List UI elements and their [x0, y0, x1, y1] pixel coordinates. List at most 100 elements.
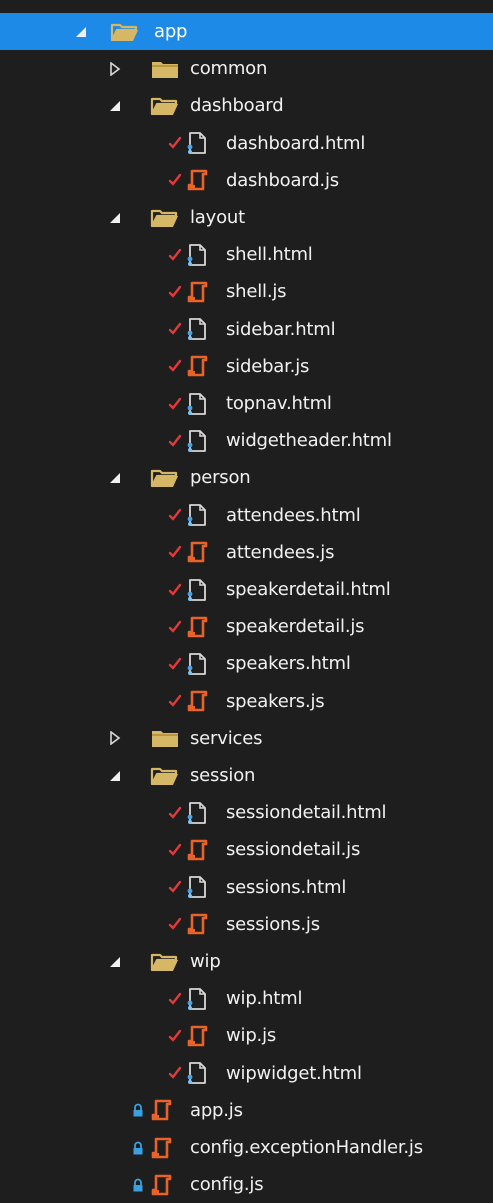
- tree-folder-layout[interactable]: layout: [0, 199, 493, 236]
- pending-change-check-icon: [168, 243, 182, 267]
- tree-item-label: speakerdetail.js: [226, 616, 365, 638]
- tree-file-speakerdetail-js[interactable]: speakerdetail.js: [0, 608, 493, 645]
- tree-item-label: person: [190, 467, 251, 489]
- expanded-arrow-icon[interactable]: [108, 211, 122, 225]
- pending-change-check-icon: [168, 912, 182, 936]
- tree-folder-wip[interactable]: wip: [0, 943, 493, 980]
- tree-item-label: layout: [190, 207, 245, 228]
- tree-item-label: wip: [190, 951, 221, 972]
- open-folder-icon: [150, 466, 180, 490]
- tree-file-dashboard-js[interactable]: dashboard.js: [0, 162, 493, 199]
- tree-item-label: dashboard.js: [226, 169, 339, 191]
- tree-item-label: wip.js: [226, 1025, 277, 1047]
- html-file-icon: [186, 801, 208, 825]
- tree-file-sessiondetail-js[interactable]: sessiondetail.js: [0, 831, 493, 868]
- expanded-arrow-icon[interactable]: [74, 25, 88, 39]
- tree-file-shell-html[interactable]: shell.html: [0, 236, 493, 273]
- tree-file-speakers-html[interactable]: speakers.html: [0, 645, 493, 682]
- tree-item-label: sessiondetail.js: [226, 839, 361, 861]
- js-file-icon: [186, 912, 210, 936]
- tree-item-label: app.js: [190, 1099, 243, 1121]
- open-folder-icon: [150, 206, 180, 230]
- expanded-arrow-icon[interactable]: [108, 955, 122, 969]
- tree-item-label: config.exceptionHandler.js: [190, 1137, 423, 1158]
- js-file-icon: [186, 540, 210, 564]
- tree-file-wip-js[interactable]: wip.js: [0, 1017, 493, 1054]
- html-file-icon: [186, 392, 208, 416]
- tree-item-label: shell.html: [226, 244, 313, 266]
- tree-file-widgetheader-html[interactable]: widgetheader.html: [0, 422, 493, 459]
- html-file-icon: [186, 503, 208, 527]
- open-folder-icon: [150, 94, 180, 118]
- tree-folder-dashboard[interactable]: dashboard: [0, 87, 493, 124]
- expanded-arrow-icon[interactable]: [108, 99, 122, 113]
- folder-icon: [150, 726, 180, 750]
- tree-file-speakers-js[interactable]: speakers.js: [0, 683, 493, 720]
- tree-file-dashboard-html[interactable]: dashboard.html: [0, 125, 493, 162]
- tree-file-app-js[interactable]: app.js: [0, 1092, 493, 1129]
- tree-item-label: shell.js: [226, 281, 287, 303]
- collapsed-arrow-icon[interactable]: [108, 61, 122, 76]
- pending-change-check-icon: [168, 392, 182, 416]
- html-file-icon: [186, 317, 208, 341]
- expanded-arrow-icon[interactable]: [108, 471, 122, 485]
- tree-file-sidebar-html[interactable]: sidebar.html: [0, 311, 493, 348]
- pending-change-check-icon: [168, 317, 182, 341]
- tree-file-config-js[interactable]: config.js: [0, 1166, 493, 1203]
- pending-change-check-icon: [168, 875, 182, 899]
- html-file-icon: [186, 578, 208, 602]
- js-file-icon: [150, 1173, 174, 1197]
- js-file-icon: [186, 1024, 210, 1048]
- tree-item-label: wipwidget.html: [226, 1062, 362, 1084]
- tree-item-label: attendees.html: [226, 504, 361, 526]
- html-file-icon: [186, 987, 208, 1011]
- tree-folder-common[interactable]: common: [0, 50, 493, 87]
- js-file-icon: [150, 1136, 174, 1160]
- tree-item-label: services: [190, 727, 263, 749]
- html-file-icon: [186, 243, 208, 267]
- expanded-arrow-icon[interactable]: [108, 769, 122, 783]
- open-folder-icon: [110, 20, 140, 44]
- tree-file-sessiondetail-html[interactable]: sessiondetail.html: [0, 794, 493, 831]
- html-file-icon: [186, 652, 208, 676]
- html-file-icon: [186, 875, 208, 899]
- lock-icon: [132, 1098, 144, 1122]
- tree-folder-app[interactable]: app: [0, 13, 493, 50]
- pending-change-check-icon: [168, 652, 182, 676]
- tree-item-label: widgetheader.html: [226, 430, 392, 452]
- lock-icon: [132, 1173, 144, 1197]
- tree-file-shell-js[interactable]: shell.js: [0, 273, 493, 310]
- tree-item-label: dashboard: [190, 95, 284, 117]
- tree-item-label: sessions.html: [226, 876, 347, 898]
- tree-folder-person[interactable]: person: [0, 459, 493, 496]
- pending-change-check-icon: [168, 801, 182, 825]
- js-file-icon: [186, 354, 210, 378]
- lock-icon: [132, 1136, 144, 1160]
- tree-file-sessions-html[interactable]: sessions.html: [0, 869, 493, 906]
- tree-file-sidebar-js[interactable]: sidebar.js: [0, 348, 493, 385]
- tree-item-label: sessiondetail.html: [226, 802, 387, 824]
- tree-file-wipwidget-html[interactable]: wipwidget.html: [0, 1055, 493, 1092]
- tree-item-label: common: [190, 58, 268, 80]
- tree-file-speakerdetail-html[interactable]: speakerdetail.html: [0, 571, 493, 608]
- tree-file-sessions-js[interactable]: sessions.js: [0, 906, 493, 943]
- tree-file-config-exceptionhandler-js[interactable]: config.exceptionHandler.js: [0, 1129, 493, 1166]
- solution-explorer-tree: app common dashboard dashboard.html dash…: [0, 0, 493, 1199]
- js-file-icon: [186, 168, 210, 192]
- tree-item-label: speakers.js: [226, 690, 325, 712]
- tree-folder-session[interactable]: session: [0, 757, 493, 794]
- pending-change-check-icon: [168, 615, 182, 639]
- html-file-icon: [186, 429, 208, 453]
- tree-file-topnav-html[interactable]: topnav.html: [0, 385, 493, 422]
- tree-file-wip-html[interactable]: wip.html: [0, 980, 493, 1017]
- pending-change-check-icon: [168, 429, 182, 453]
- tree-item-label: wip.html: [226, 988, 303, 1010]
- tree-item-label: sidebar.html: [226, 318, 336, 340]
- tree-item-label: topnav.html: [226, 393, 332, 414]
- tree-file-attendees-js[interactable]: attendees.js: [0, 534, 493, 571]
- tree-file-attendees-html[interactable]: attendees.html: [0, 497, 493, 534]
- js-file-icon: [150, 1098, 174, 1122]
- tree-item-label: speakers.html: [226, 653, 351, 675]
- collapsed-arrow-icon[interactable]: [108, 731, 122, 746]
- tree-folder-services[interactable]: services: [0, 720, 493, 757]
